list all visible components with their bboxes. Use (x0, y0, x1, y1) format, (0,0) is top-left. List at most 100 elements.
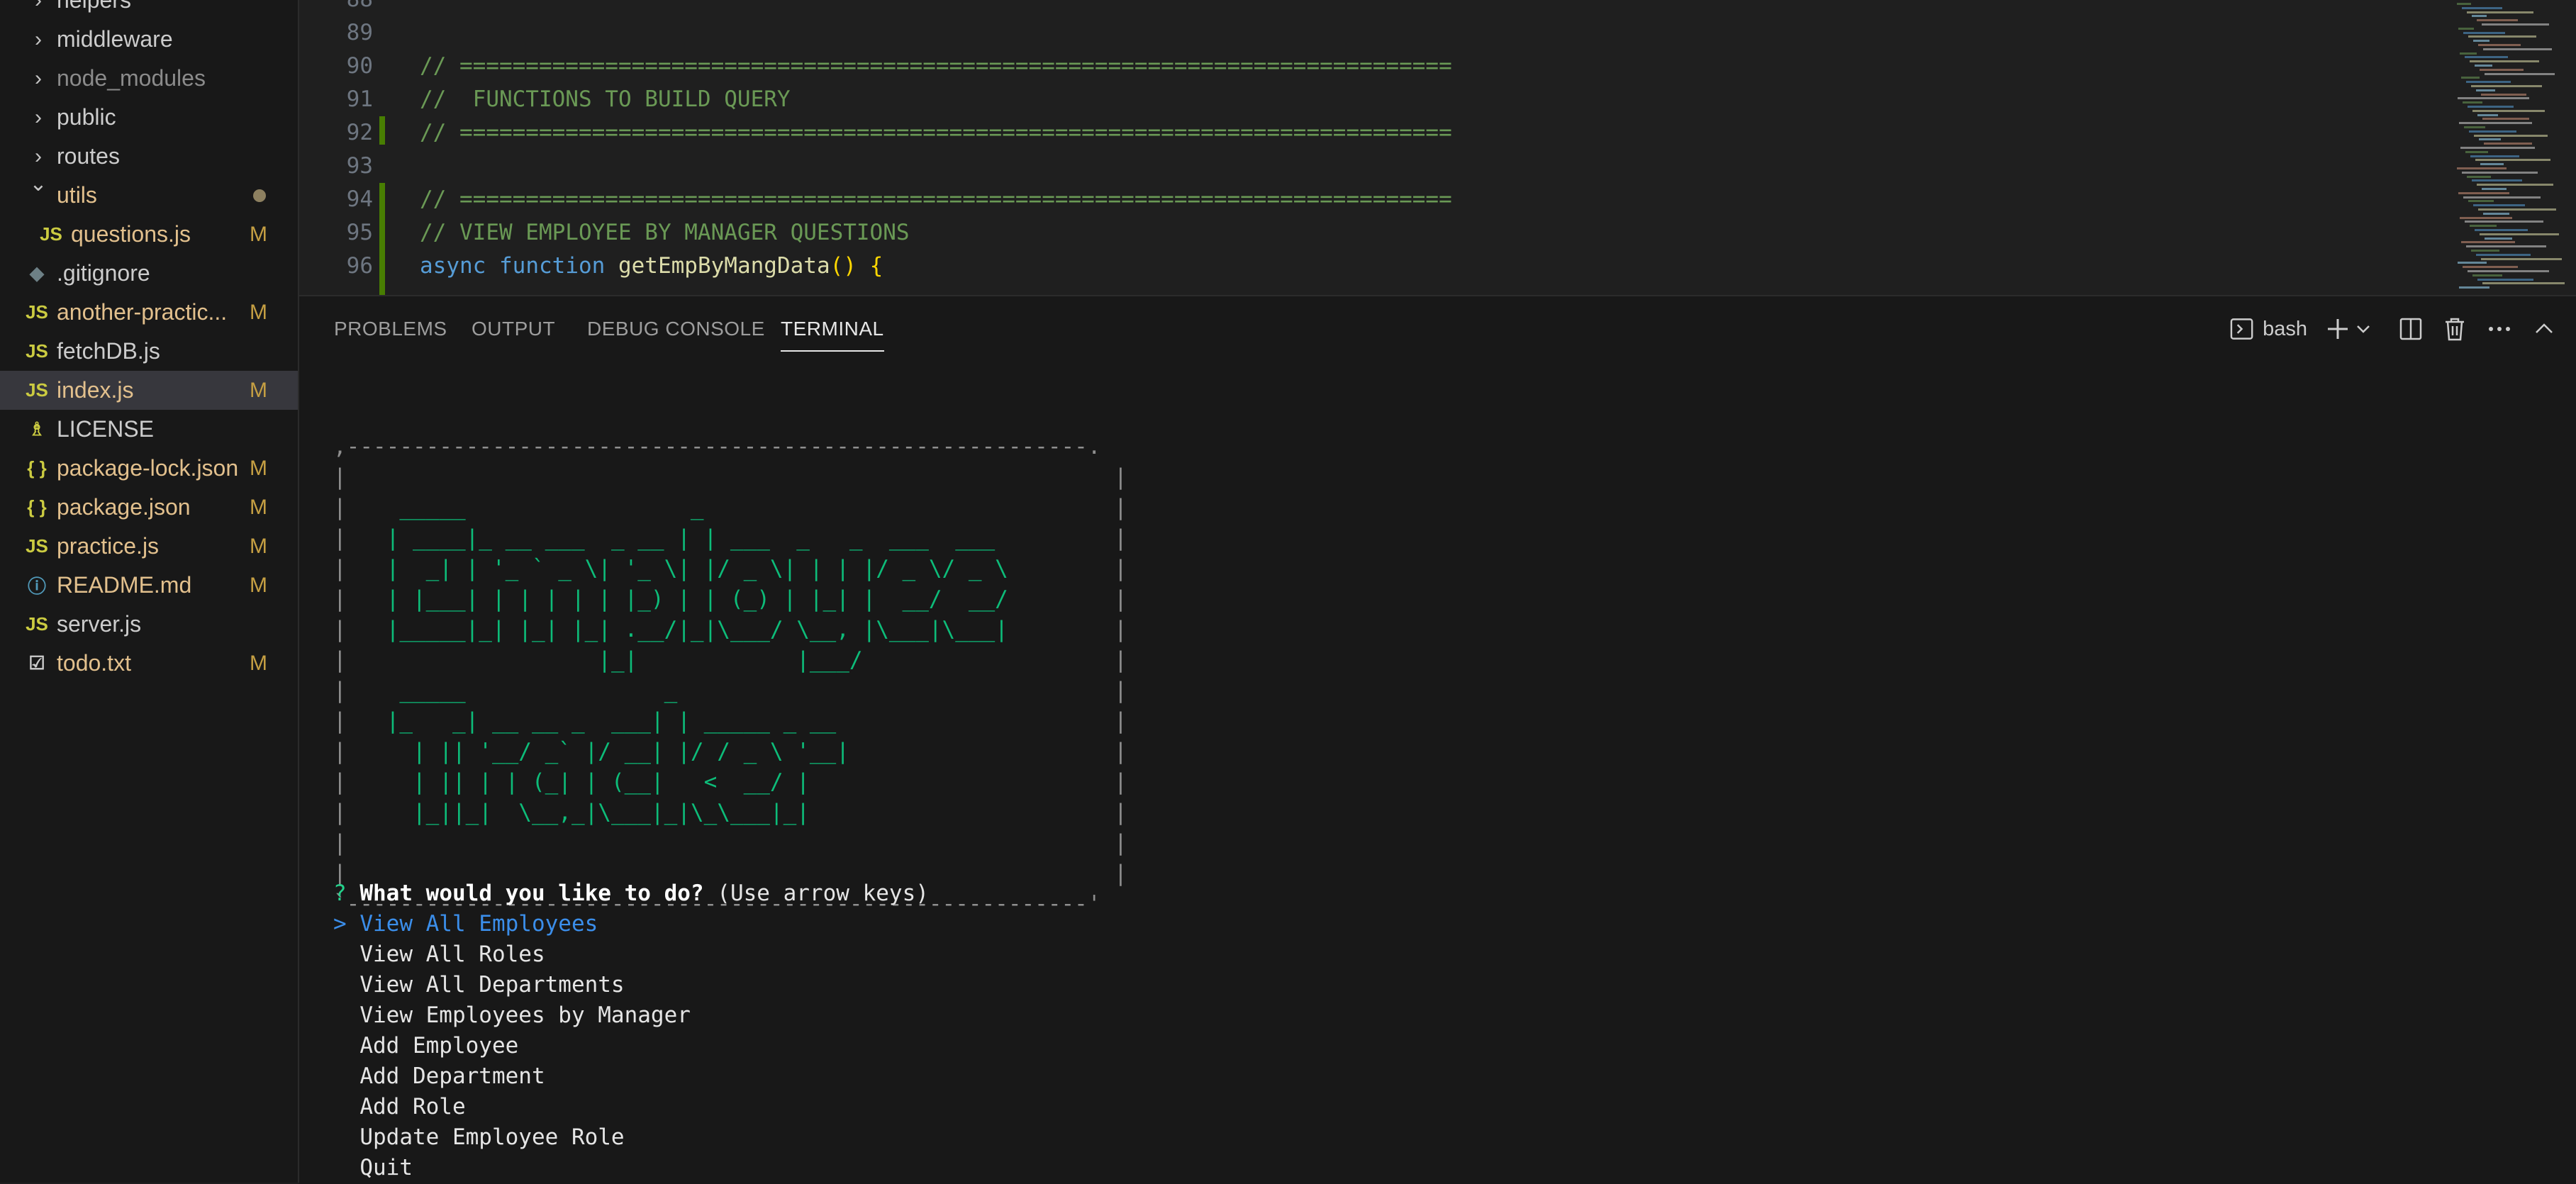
minimap-line (2483, 48, 2552, 50)
sidebar-item[interactable]: JS server.js (0, 605, 298, 644)
prompt-option-label: Add Department (359, 1063, 545, 1089)
sidebar-item[interactable]: JS practice.js M (0, 527, 298, 566)
panel-tab-bar: PROBLEMS OUTPUT DEBUG CONSOLE TERMINAL b… (299, 296, 2576, 362)
minimap-line (2471, 85, 2542, 87)
git-changes-dot (253, 189, 266, 202)
sidebar-item[interactable]: ☑ todo.txt M (0, 644, 298, 683)
minimap-line (2458, 262, 2487, 264)
minimap-line (2465, 56, 2508, 59)
tab-debug-console[interactable]: DEBUG CONSOLE (587, 318, 765, 340)
minimap-line (2472, 109, 2545, 112)
line-number: 96 (346, 253, 373, 279)
prompt-option-label: View Employees by Manager (359, 1003, 691, 1028)
option-indent (333, 942, 359, 967)
minimap-line (2463, 101, 2482, 104)
prompt-option[interactable]: Update Employee Role (333, 1124, 624, 1150)
git-modified-badge: M (250, 300, 267, 324)
trash-icon (2446, 318, 2464, 341)
sidebar-item-label: another-practic... (57, 299, 228, 325)
git-file-icon: ◆ (30, 262, 44, 284)
more-actions-button[interactable] (2485, 313, 2514, 345)
prompt-option-label: View All Roles (359, 942, 545, 967)
prompt-option[interactable]: Quit (333, 1155, 413, 1180)
minimap-line (2466, 81, 2511, 84)
sidebar-item[interactable]: › middleware (0, 20, 298, 59)
code-text: // =====================================… (420, 186, 1452, 212)
minimap-line (2478, 44, 2521, 46)
minimap-line (2477, 19, 2518, 22)
minimap-line (2460, 147, 2535, 149)
option-indent (333, 1155, 359, 1180)
sidebar-item[interactable]: JS index.js M (0, 371, 298, 410)
code-text: // =====================================… (420, 53, 1452, 79)
code-text: // VIEW EMPLOYEE BY MANAGER QUESTIONS (420, 220, 910, 245)
minimap-line (2481, 257, 2562, 260)
terminal-profile-button[interactable]: bash (2229, 313, 2307, 345)
sidebar-item-label: questions.js (71, 221, 191, 247)
sidebar-item[interactable]: › node_modules (0, 59, 298, 98)
sidebar-item[interactable]: › helpers (0, 0, 298, 20)
prompt-option[interactable]: Add Employee (333, 1033, 518, 1059)
prompt-hint: (Use arrow keys) (717, 881, 929, 906)
option-indent (333, 1033, 359, 1059)
minimap-line (2461, 77, 2480, 79)
code-editor[interactable]: 88 89 90 // ===============================… (299, 0, 2576, 295)
minimap-line (2482, 282, 2565, 285)
minimap-line (2477, 113, 2498, 116)
minimap-line (2475, 229, 2528, 231)
line-number: 89 (346, 20, 373, 45)
tab-output[interactable]: OUTPUT (472, 318, 555, 340)
new-terminal-button[interactable] (2324, 313, 2352, 345)
tab-terminal[interactable]: TERMINAL (781, 318, 884, 352)
tab-problems[interactable]: PROBLEMS (334, 318, 447, 340)
sidebar-item[interactable]: JS another-practic... M (0, 293, 298, 332)
sidebar-item[interactable]: › public (0, 98, 298, 137)
prompt-option[interactable]: Add Role (333, 1094, 466, 1119)
sidebar-item-label: todo.txt (57, 650, 131, 676)
sidebar-item[interactable]: { } package-lock.json M (0, 449, 298, 488)
sidebar-item[interactable]: ⌄ utils (0, 172, 298, 215)
minimap-line (2485, 237, 2512, 240)
prompt-option[interactable]: View Employees by Manager (333, 1003, 691, 1028)
sidebar-item[interactable]: { } package.json M (0, 488, 298, 527)
sidebar-item[interactable]: ⓘ README.md M (0, 566, 298, 605)
prompt-option-label: Add Role (359, 1094, 466, 1119)
minimap-line (2476, 253, 2531, 256)
sidebar-item-label: package-lock.json (57, 455, 239, 481)
code-line: 95 // VIEW EMPLOYEE BY MANAGER QUESTIONS (299, 216, 2576, 250)
minimap-line (2463, 31, 2505, 34)
code-line: 93 (299, 150, 2576, 183)
sidebar-item-label: routes (57, 143, 120, 169)
prompt-option[interactable]: View All Roles (333, 942, 545, 967)
plus-icon (2328, 319, 2348, 339)
git-modified-badge: M (250, 495, 267, 519)
line-number: 93 (346, 153, 373, 179)
kill-terminal-button[interactable] (2441, 313, 2469, 345)
minimap-line (2467, 175, 2491, 178)
ascii-banner: ,---------------------------------------… (333, 434, 1127, 917)
explorer-sidebar: › helpers › middleware › node_modules › public ›… (0, 0, 299, 1183)
minimap-line (2465, 220, 2543, 223)
terminal-dropdown-button[interactable] (2353, 313, 2374, 345)
prompt-option[interactable]: View All Departments (333, 972, 624, 998)
sidebar-item[interactable]: ♗ LICENSE (0, 410, 298, 449)
line-number: 95 (346, 220, 373, 245)
sidebar-item[interactable]: JS fetchDB.js (0, 332, 298, 371)
prompt-option[interactable]: > View All Employees (333, 911, 598, 937)
minimap-line (2463, 196, 2541, 199)
sidebar-item[interactable]: ◆ .gitignore (0, 254, 298, 293)
shell-name: bash (2263, 317, 2307, 340)
maximize-panel-button[interactable] (2530, 313, 2558, 345)
git-modified-badge: M (250, 222, 267, 246)
sidebar-item[interactable]: › routes (0, 137, 298, 176)
minimap[interactable] (2450, 0, 2570, 295)
sidebar-item[interactable]: JS questions.js M (0, 215, 298, 254)
json-file-icon: { } (27, 457, 47, 479)
prompt-option[interactable]: Add Department (333, 1063, 545, 1089)
split-terminal-button[interactable] (2397, 313, 2425, 345)
minimap-line (2479, 138, 2501, 141)
minimap-line (2468, 200, 2494, 203)
sidebar-item-label: package.json (57, 494, 191, 520)
sidebar-item-label: README.md (57, 572, 192, 598)
js-file-icon: JS (40, 223, 62, 245)
